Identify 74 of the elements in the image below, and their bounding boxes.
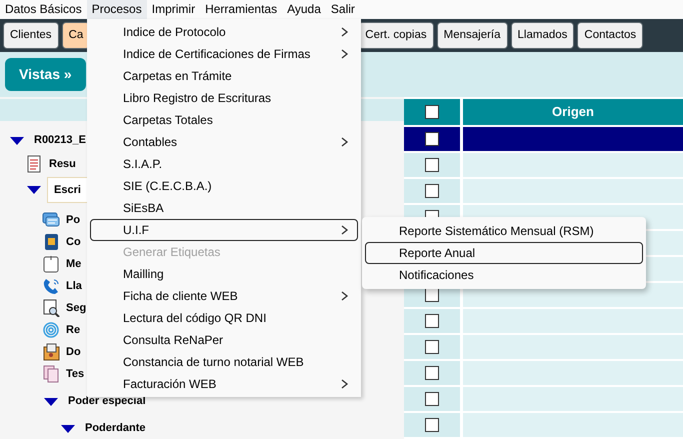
tree-item[interactable]: Poderdante xyxy=(85,420,146,437)
tree-item[interactable]: Po xyxy=(66,212,80,228)
chevron-right-icon xyxy=(341,27,349,37)
expanded-arrow-icon[interactable] xyxy=(27,186,41,194)
checkbox[interactable] xyxy=(425,184,439,198)
expanded-arrow-icon[interactable] xyxy=(61,424,75,432)
menu-item[interactable]: Indice de Protocolo xyxy=(90,21,358,43)
tree-item[interactable]: Tes xyxy=(66,366,84,382)
menu-item[interactable]: Contables xyxy=(90,131,358,153)
toolbar-button[interactable]: Llamados xyxy=(510,22,574,49)
menu-item[interactable]: Notificaciones xyxy=(365,264,643,286)
toolbar-button[interactable]: Cert. copias xyxy=(358,22,434,49)
tree-item[interactable]: Resu xyxy=(49,156,76,172)
vistas-button[interactable]: Vistas » xyxy=(5,58,86,91)
checkbox[interactable] xyxy=(425,340,439,354)
menu-item[interactable]: Reporte Anual xyxy=(365,242,643,264)
tree-item[interactable]: Lla xyxy=(66,278,82,294)
phone-icon xyxy=(42,277,60,295)
chevron-right-icon xyxy=(341,49,349,59)
tree-item[interactable]: Seg xyxy=(66,300,86,316)
menu-item[interactable]: Constancia de turno notarial WEB xyxy=(90,351,358,373)
checkbox[interactable] xyxy=(425,392,439,406)
search-document-icon xyxy=(42,299,60,317)
menu-item[interactable]: Consulta ReNaPer xyxy=(90,329,358,351)
expanded-arrow-icon[interactable] xyxy=(44,398,58,406)
checkbox[interactable] xyxy=(425,366,439,380)
checkbox[interactable] xyxy=(425,418,439,432)
menu-item[interactable]: U.I.F xyxy=(90,219,358,241)
menu-item[interactable]: Mailling xyxy=(90,263,358,285)
menu-item[interactable]: Lectura del código QR DNI xyxy=(90,307,358,329)
menu-item[interactable]: Salir xyxy=(326,0,360,19)
tree-item[interactable]: R00213_E xyxy=(34,132,86,149)
tree-item[interactable]: Me xyxy=(66,256,82,272)
menu-item[interactable]: Ayuda xyxy=(282,0,326,19)
chevron-right-icon xyxy=(341,379,349,389)
menu-item[interactable]: Indice de Certificaciones de Firmas xyxy=(90,43,358,65)
menu-item[interactable]: Reporte Sistemático Mensual (RSM) xyxy=(365,220,643,242)
checkbox[interactable] xyxy=(425,314,439,328)
menu-item[interactable]: Carpetas en Trámite xyxy=(90,65,358,87)
checkbox[interactable] xyxy=(425,158,439,172)
menu-item[interactable]: Facturación WEB xyxy=(90,373,358,395)
document-icon xyxy=(25,155,43,173)
chevron-right-icon xyxy=(341,225,349,235)
tree-item[interactable]: Co xyxy=(66,234,81,250)
menu-item[interactable]: Procesos xyxy=(86,0,147,19)
toolbar-button[interactable]: Mensajería xyxy=(436,22,508,49)
menu-item[interactable]: Imprimir xyxy=(146,0,200,19)
tree-item[interactable]: Escri xyxy=(47,177,88,203)
menu-item[interactable]: S.I.A.P. xyxy=(90,153,358,175)
fingerprint-icon xyxy=(42,321,60,339)
id-card-icon xyxy=(42,343,60,361)
tree-item[interactable]: Poder especial xyxy=(68,393,146,410)
menu-item[interactable]: Datos Básicos xyxy=(0,0,87,19)
chevron-right-icon xyxy=(341,291,349,301)
menu-item[interactable]: SiEsBA xyxy=(90,197,358,219)
menu-item[interactable]: SIE (C.E.C.B.A.) xyxy=(90,175,358,197)
address-book-icon xyxy=(42,233,60,251)
menu-item[interactable]: Ficha de cliente WEB xyxy=(90,285,358,307)
note-icon xyxy=(42,255,60,273)
chevron-right-icon xyxy=(341,137,349,147)
column-header[interactable]: Origen xyxy=(463,99,683,125)
expanded-arrow-icon[interactable] xyxy=(10,136,24,144)
menu-item[interactable]: Libro Registro de Escrituras xyxy=(90,87,358,109)
menu-item[interactable]: Carpetas Totales xyxy=(90,109,358,131)
checkbox[interactable] xyxy=(425,105,439,119)
tree-item[interactable]: Do xyxy=(66,344,81,360)
checkbox[interactable] xyxy=(425,132,439,146)
tree-item[interactable]: Re xyxy=(66,322,80,338)
toolbar-button[interactable]: Clientes xyxy=(3,22,59,49)
toolbar-button[interactable]: Contactos xyxy=(577,22,644,49)
menu-item[interactable]: Herramientas xyxy=(200,0,282,19)
copies-icon xyxy=(42,365,60,383)
checkbox[interactable] xyxy=(425,288,439,302)
chat-icon xyxy=(42,211,60,229)
